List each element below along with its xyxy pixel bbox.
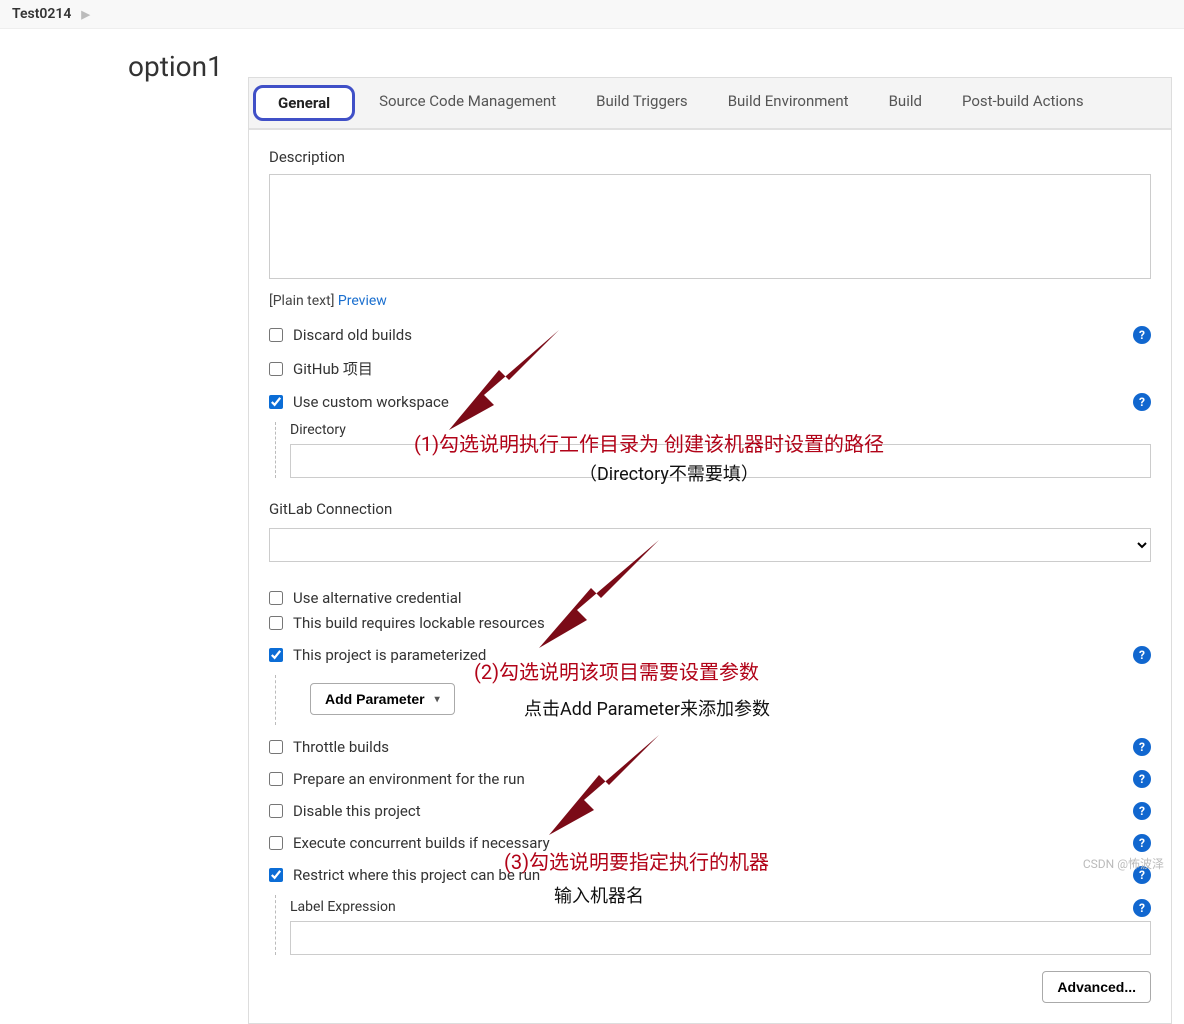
tab-build[interactable]: Build — [869, 78, 942, 128]
tab-post-build[interactable]: Post-build Actions — [942, 78, 1104, 128]
add-parameter-button[interactable]: Add Parameter — [310, 683, 455, 715]
prepare-env-checkbox[interactable] — [269, 772, 283, 786]
tab-build-triggers[interactable]: Build Triggers — [576, 78, 708, 128]
advanced-button[interactable]: Advanced... — [1042, 971, 1151, 1003]
throttle-checkbox[interactable] — [269, 740, 283, 754]
help-icon[interactable]: ? — [1133, 834, 1151, 852]
plain-text-prefix: [Plain text] — [269, 293, 338, 309]
directory-input[interactable] — [290, 444, 1151, 478]
parameterized-checkbox[interactable] — [269, 648, 283, 662]
use-custom-workspace-label: Use custom workspace — [293, 393, 449, 411]
disable-project-checkbox[interactable] — [269, 804, 283, 818]
watermark: CSDN @怖波泽 — [1083, 855, 1164, 872]
config-panel: General Source Code Management Build Tri… — [248, 77, 1172, 1024]
help-icon[interactable]: ? — [1133, 326, 1151, 344]
github-project-label: GitHub 项目 — [293, 358, 373, 379]
help-icon[interactable]: ? — [1133, 646, 1151, 664]
label-expression-label: Label Expression — [290, 899, 396, 915]
label-expression-input[interactable] — [290, 921, 1151, 955]
concurrent-label: Execute concurrent builds if necessary — [293, 834, 550, 852]
restrict-checkbox[interactable] — [269, 868, 283, 882]
option1-annotation: option1 — [128, 50, 223, 83]
breadcrumb-project[interactable]: Test0214 — [12, 6, 71, 22]
tab-build-environment[interactable]: Build Environment — [708, 78, 869, 128]
gitlab-connection-label: GitLab Connection — [269, 500, 1151, 518]
tab-bar: General Source Code Management Build Tri… — [249, 78, 1171, 130]
help-icon[interactable]: ? — [1133, 738, 1151, 756]
directory-label: Directory — [290, 422, 1151, 438]
throttle-label: Throttle builds — [293, 738, 389, 756]
plain-text-row: [Plain text] Preview — [269, 293, 1151, 309]
description-textarea[interactable] — [269, 174, 1151, 279]
use-custom-workspace-checkbox[interactable] — [269, 395, 283, 409]
use-alt-cred-label: Use alternative credential — [293, 589, 462, 607]
preview-link[interactable]: Preview — [338, 293, 387, 309]
github-project-checkbox[interactable] — [269, 362, 283, 376]
lockable-checkbox[interactable] — [269, 616, 283, 630]
use-alt-cred-checkbox[interactable] — [269, 591, 283, 605]
chevron-right-icon: ▶ — [81, 8, 89, 21]
help-icon[interactable]: ? — [1133, 899, 1151, 917]
lockable-label: This build requires lockable resources — [293, 614, 545, 632]
help-icon[interactable]: ? — [1133, 393, 1151, 411]
description-label: Description — [269, 148, 1151, 166]
help-icon[interactable]: ? — [1133, 770, 1151, 788]
discard-old-builds-checkbox[interactable] — [269, 328, 283, 342]
gitlab-connection-select[interactable] — [269, 528, 1151, 562]
tab-general[interactable]: General — [253, 85, 355, 121]
restrict-label: Restrict where this project can be run — [293, 866, 540, 884]
breadcrumb: Test0214 ▶ — [0, 0, 1184, 29]
prepare-env-label: Prepare an environment for the run — [293, 770, 525, 788]
discard-old-builds-label: Discard old builds — [293, 326, 412, 344]
help-icon[interactable]: ? — [1133, 802, 1151, 820]
disable-project-label: Disable this project — [293, 802, 421, 820]
parameterized-label: This project is parameterized — [293, 646, 486, 664]
concurrent-checkbox[interactable] — [269, 836, 283, 850]
tab-source-code[interactable]: Source Code Management — [359, 78, 576, 128]
